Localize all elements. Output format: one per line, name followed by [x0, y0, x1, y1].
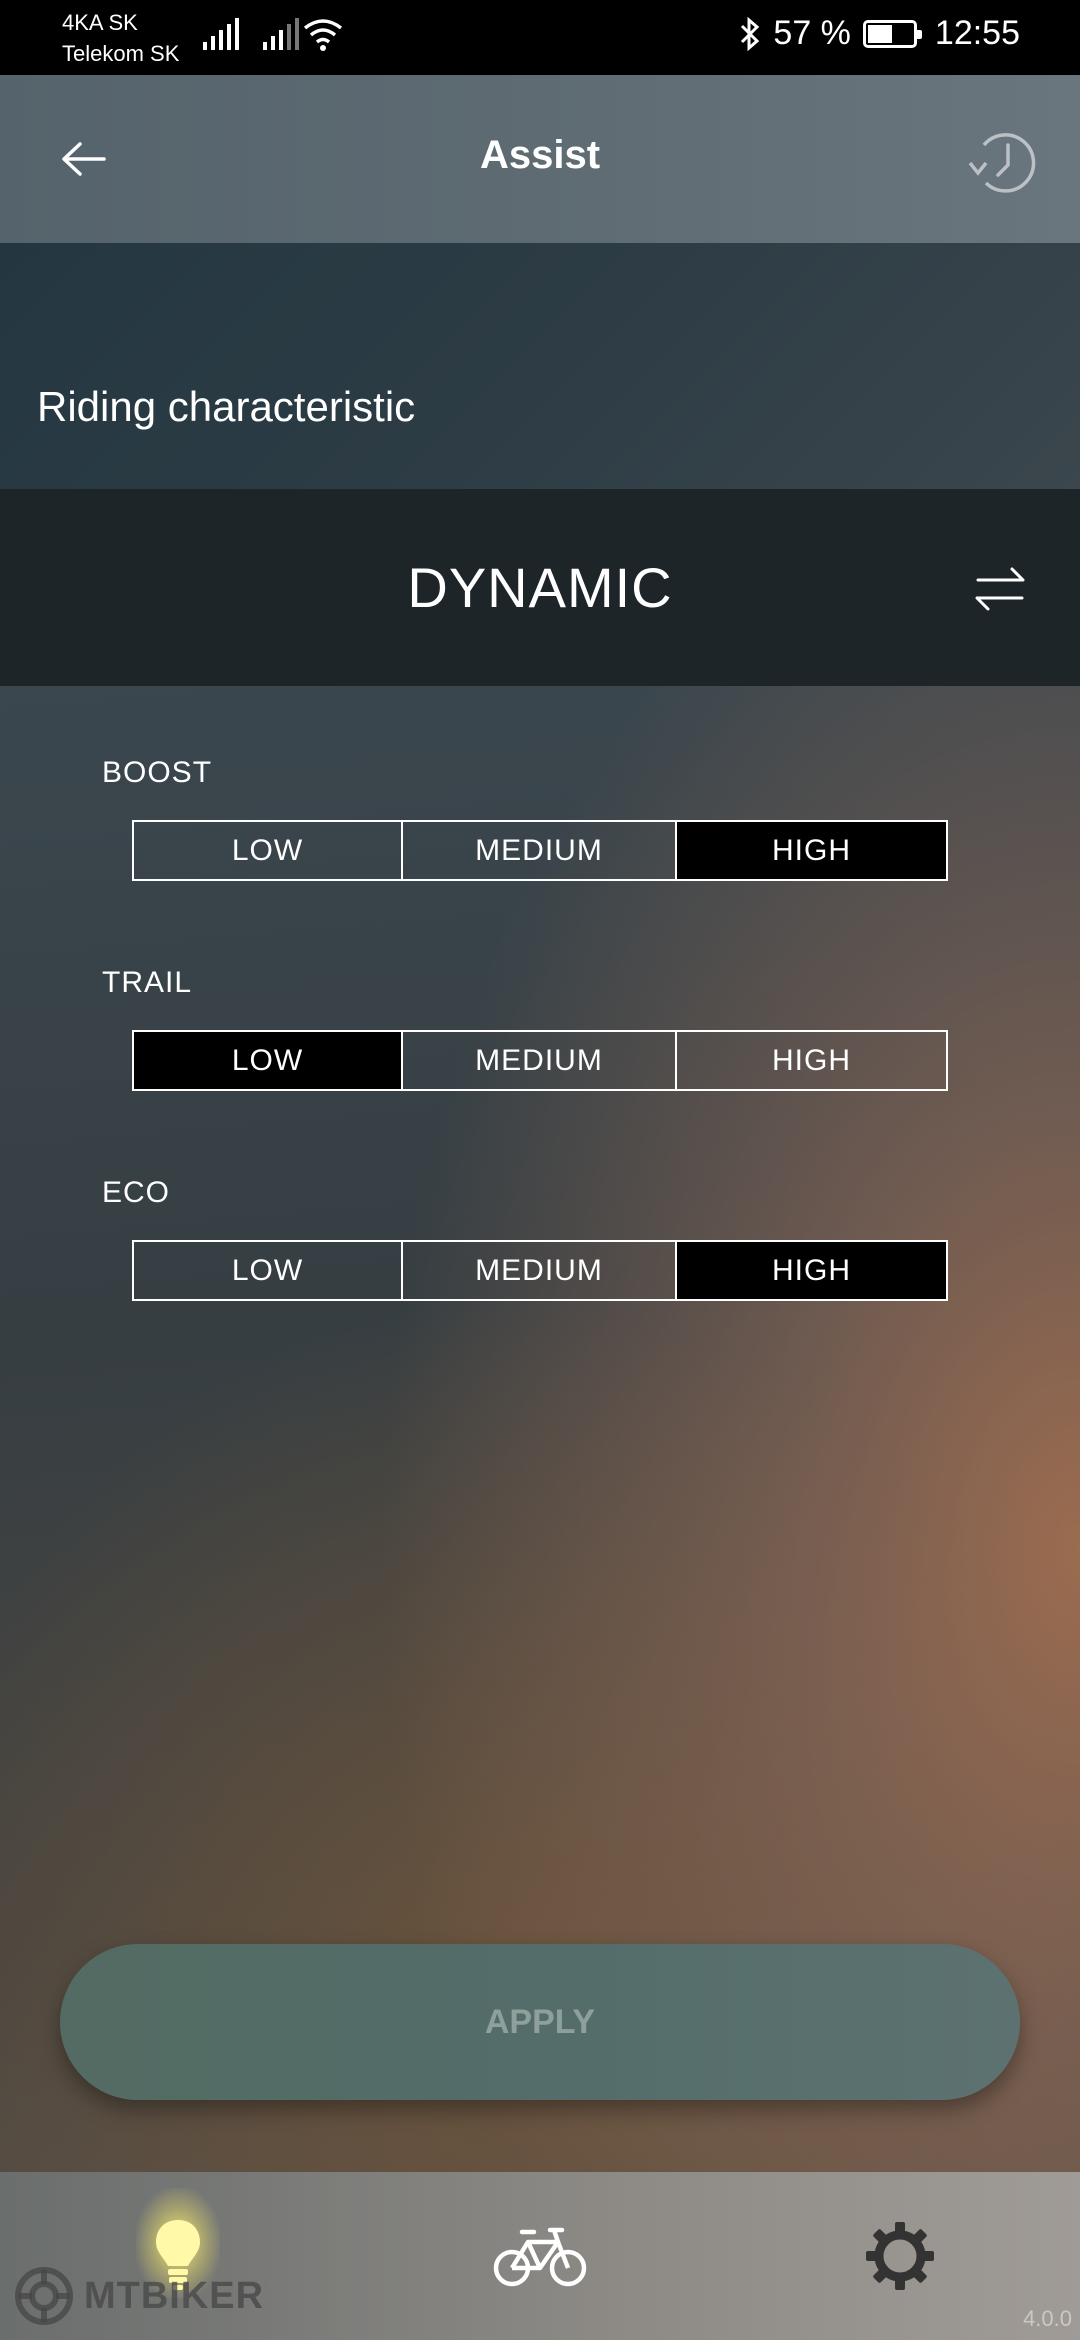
eco-option-high[interactable]: HIGH: [677, 1242, 946, 1299]
trail-option-medium[interactable]: MEDIUM: [403, 1032, 677, 1089]
swap-mode-button[interactable]: [960, 549, 1040, 629]
carrier-line-1: 4KA SK: [62, 10, 138, 35]
apply-button[interactable]: APPLY: [60, 1944, 1020, 2100]
nav-bike[interactable]: [470, 2172, 610, 2340]
mode-label: DYNAMIC: [407, 556, 673, 619]
eco-option-medium[interactable]: MEDIUM: [403, 1242, 677, 1299]
bicycle-icon: [493, 2227, 587, 2287]
clock: 12:55: [934, 14, 1020, 52]
battery-icon: [862, 19, 922, 48]
boost-option-medium[interactable]: MEDIUM: [403, 822, 677, 879]
eco-label: ECO: [102, 1176, 171, 1209]
watermark-logo-icon: [15, 2267, 73, 2325]
boost-option-low[interactable]: LOW: [134, 822, 403, 879]
status-right: 57 % 12:55: [739, 14, 1020, 53]
section-title: Riding characteristic: [37, 383, 416, 430]
version-label: 4.0.0: [1023, 2306, 1072, 2331]
mode-bar: DYNAMIC: [0, 489, 1080, 686]
watermark: MTBIKER: [12, 2264, 264, 2328]
app-screen: 4KA SK Telekom SK 57 % 12:55 Assist Ridi…: [0, 0, 1080, 2340]
riding-characteristic-section: Riding characteristic: [0, 243, 1080, 489]
trail-option-high[interactable]: HIGH: [677, 1032, 946, 1089]
page-title: Assist: [479, 133, 601, 177]
battery-percent: 57 %: [773, 14, 851, 52]
carrier-line-2: Telekom SK: [62, 41, 180, 66]
app-header: Assist: [0, 75, 1080, 243]
boost-option-high[interactable]: HIGH: [677, 822, 946, 879]
watermark-text: MTBIKER: [84, 2274, 265, 2317]
boost-segmented-control: LOW MEDIUM HIGH: [132, 820, 948, 881]
trail-label: TRAIL: [102, 966, 193, 999]
bluetooth-icon: [741, 16, 760, 51]
eco-segmented-control: LOW MEDIUM HIGH: [132, 1240, 948, 1301]
history-button[interactable]: [964, 123, 1044, 203]
nav-settings[interactable]: [830, 2172, 970, 2340]
signal-icon: [203, 18, 239, 50]
gear-icon: [866, 2222, 934, 2290]
carrier-info: 4KA SK Telekom SK: [62, 7, 179, 69]
status-bar: 4KA SK Telekom SK 57 % 12:55: [0, 0, 1080, 75]
swap-arrows-icon: [975, 567, 1025, 611]
wifi-icon: [303, 19, 343, 51]
trail-option-low[interactable]: LOW: [134, 1032, 403, 1089]
eco-option-low[interactable]: LOW: [134, 1242, 403, 1299]
boost-label: BOOST: [102, 756, 213, 789]
history-clock-icon: [968, 133, 1036, 193]
trail-segmented-control: LOW MEDIUM HIGH: [132, 1030, 948, 1091]
signal-icon: [263, 18, 299, 50]
